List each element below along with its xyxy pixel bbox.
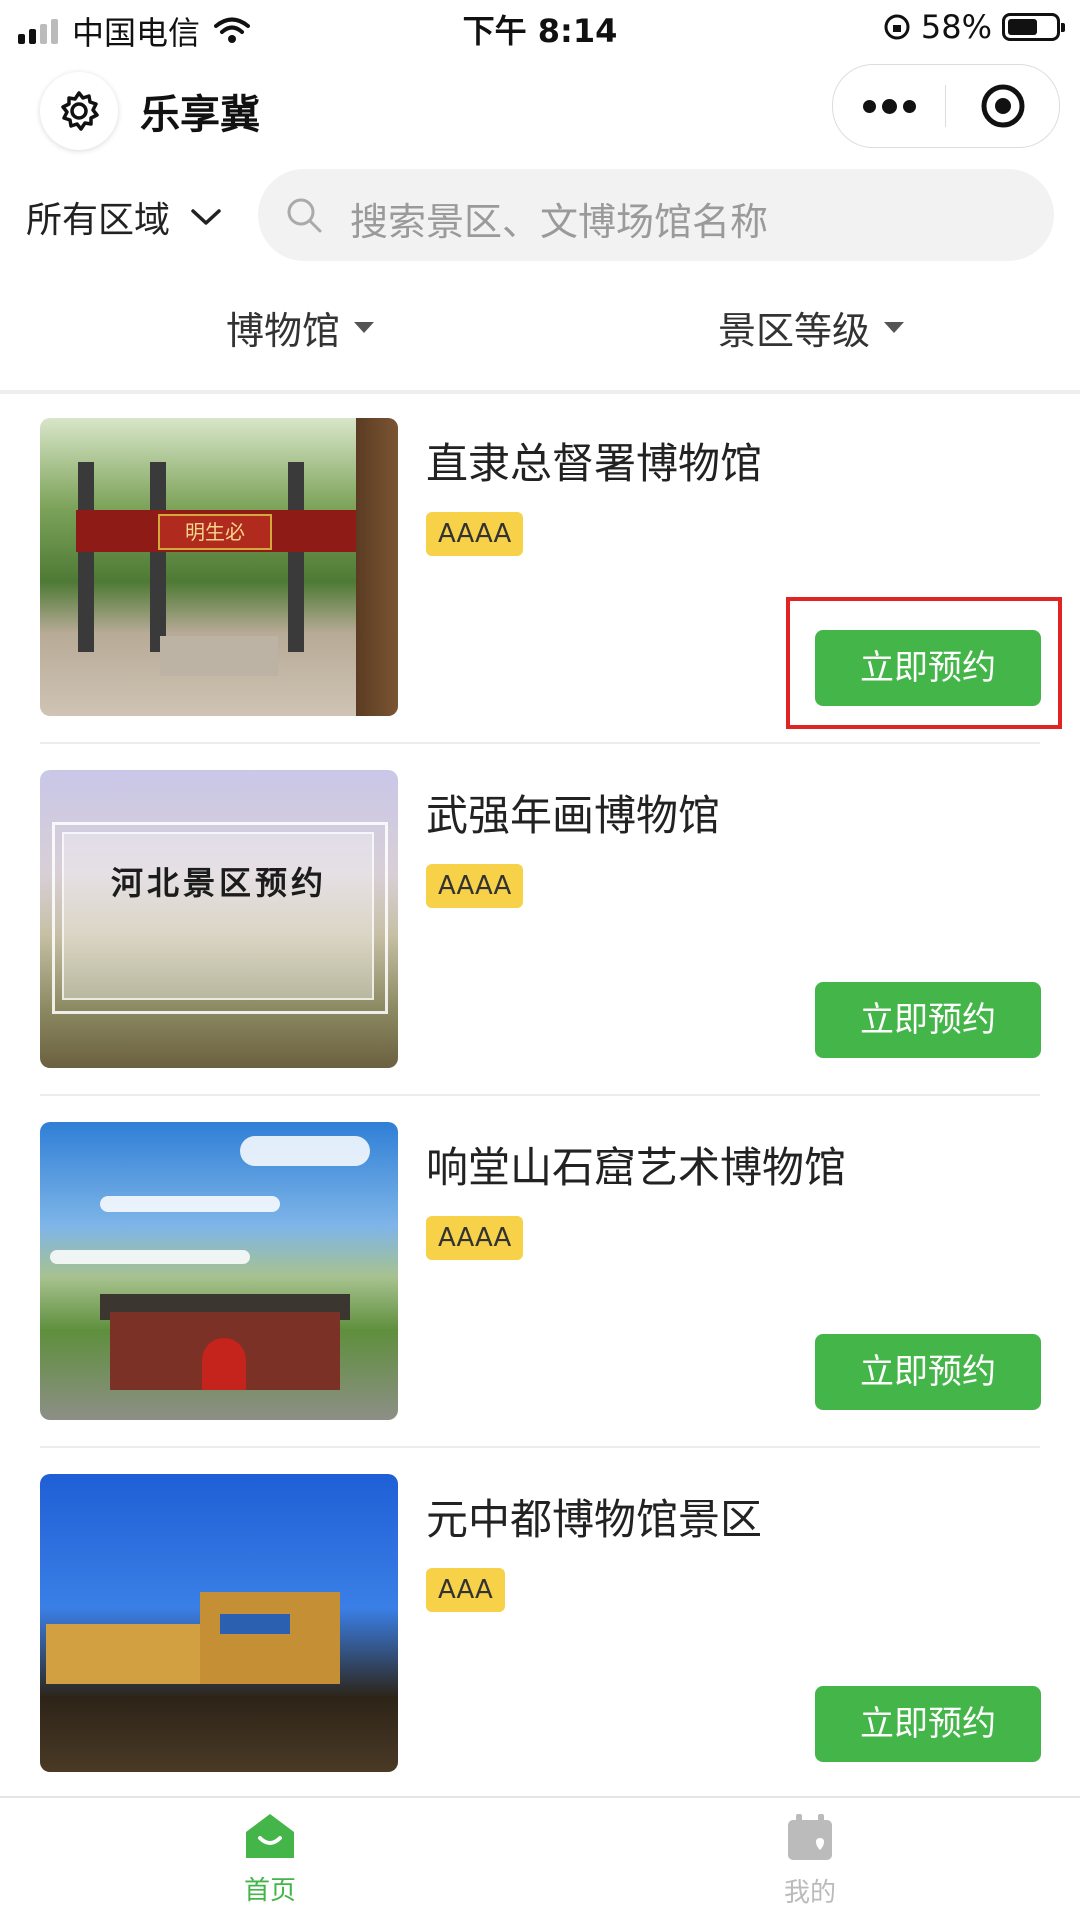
divider	[0, 390, 1080, 394]
battery-icon	[1002, 13, 1065, 41]
filter-label: 景区等级	[718, 309, 871, 353]
close-button[interactable]	[947, 65, 1059, 147]
miniprogram-capsule	[832, 64, 1060, 148]
book-now-button[interactable]: 立即预约	[815, 1686, 1041, 1762]
capsule-divider	[945, 85, 946, 127]
venue-name: 武强年画博物馆	[426, 791, 721, 840]
image-caption: 河北景区预约	[110, 864, 327, 902]
filter-museum[interactable]: 博物馆	[226, 300, 375, 355]
filter-label: 博物馆	[226, 309, 341, 353]
settings-button[interactable]	[40, 72, 118, 150]
venue-image: 明生必	[40, 418, 398, 716]
list-item[interactable]: 响堂山石窟艺术博物馆 AAAA 立即预约	[0, 1122, 1080, 1474]
more-button[interactable]	[833, 65, 945, 147]
venue-name: 直隶总督署博物馆	[426, 439, 763, 488]
level-badge: AAAA	[426, 1216, 524, 1260]
filter-scenic-level[interactable]: 景区等级	[718, 300, 905, 355]
close-target-icon	[981, 84, 1025, 128]
highlight-box	[786, 597, 1062, 729]
search-placeholder: 搜索景区、文博场馆名称	[350, 200, 769, 244]
search-icon	[287, 198, 322, 233]
app-title: 乐享冀	[140, 92, 260, 138]
title-bar: 乐享冀	[0, 60, 1080, 160]
divider	[40, 1446, 1040, 1448]
venue-name: 响堂山石窟艺术博物馆	[426, 1143, 847, 1192]
tab-label: 首页	[243, 1876, 296, 1906]
divider	[40, 1094, 1040, 1096]
divider	[40, 742, 1040, 744]
level-badge: AAAA	[426, 864, 524, 908]
triangle-down-icon	[354, 322, 375, 333]
tab-bar: 首页 我的	[0, 1796, 1080, 1922]
book-now-button[interactable]: 立即预约	[815, 1334, 1041, 1410]
triangle-down-icon	[884, 322, 905, 333]
level-badge: AAAA	[426, 512, 524, 556]
region-selector[interactable]: 所有区域	[26, 191, 222, 243]
calendar-heart-icon	[788, 1814, 832, 1860]
venue-image: 河北景区预约	[40, 770, 398, 1068]
venue-image	[40, 1122, 398, 1420]
battery-percent: 58%	[920, 8, 992, 46]
list-item[interactable]: 元中都博物馆景区 AAA 立即预约	[0, 1474, 1080, 1826]
gear-icon	[61, 91, 99, 131]
home-icon	[246, 1814, 294, 1858]
chevron-down-icon	[191, 209, 221, 225]
tab-label: 我的	[783, 1878, 836, 1908]
tab-home[interactable]: 首页	[200, 1812, 340, 1907]
list-item[interactable]: 河北景区预约 武强年画博物馆 AAAA 立即预约	[0, 770, 1080, 1122]
search-input[interactable]: 搜索景区、文博场馆名称	[258, 169, 1054, 261]
region-label: 所有区域	[26, 200, 171, 241]
filter-bar: 博物馆 景区等级	[0, 290, 1080, 362]
status-bar: 中国电信 下午 8:14 58%	[0, 0, 1080, 56]
tab-mine[interactable]: 我的	[740, 1812, 880, 1909]
book-now-button[interactable]: 立即预约	[815, 982, 1041, 1058]
venue-name: 元中都博物馆景区	[426, 1495, 763, 1544]
search-row: 所有区域 搜索景区、文博场馆名称	[0, 165, 1080, 265]
venue-image	[40, 1474, 398, 1772]
level-badge: AAA	[426, 1568, 505, 1612]
orientation-lock-icon	[884, 14, 910, 40]
